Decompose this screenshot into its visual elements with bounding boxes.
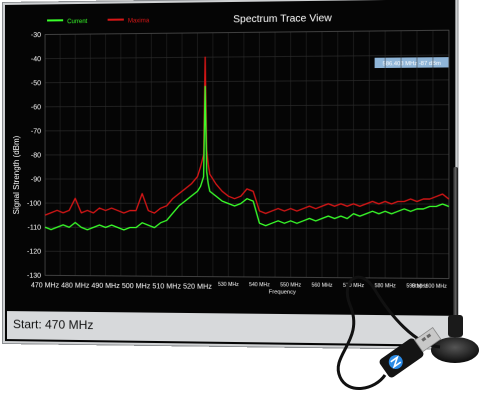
readout-text: 586.403 MHz -87 dBm — [383, 61, 442, 68]
y-tick-label: -30 — [31, 32, 41, 39]
x-tick-label: 550 MHz — [280, 282, 301, 288]
x-tick-label: 520 MHz — [183, 284, 212, 291]
y-tick-label: -80 — [31, 152, 41, 159]
y-tick-label: -90 — [31, 177, 41, 184]
x-tick-label: 510 MHz — [152, 283, 181, 290]
x-tick-label: 490 MHz — [91, 283, 120, 290]
legend-maxima-label: Maxima — [128, 18, 150, 24]
chart-title: Spectrum Trace View — [233, 13, 332, 25]
y-tick-label: -120 — [27, 249, 41, 256]
y-tick-label: -100 — [27, 201, 41, 208]
legend-current-label: Current — [67, 19, 88, 25]
start-frequency-label: Start: 470 MHz — [12, 317, 94, 333]
y-tick-label: -70 — [31, 128, 41, 135]
x-tick-label: 480 MHz — [61, 282, 90, 289]
antenna-collar — [448, 315, 463, 337]
x-tick-label: 500 MHz — [122, 283, 151, 290]
y-tick-label: -40 — [31, 56, 41, 63]
y-tick-label: -130 — [27, 273, 41, 280]
y-ticks: -30 -40 -50 -60 -70 -80 -90 -100 -110 -120 -130 — [27, 32, 41, 280]
x-axis-label: Frequency — [269, 289, 296, 295]
y-axis-label: Signal Strength (dBm) — [12, 135, 21, 214]
usb-sdr-dongle-with-antenna — [336, 167, 479, 391]
y-tick-label: -60 — [31, 104, 41, 111]
x-tick-label: 540 MHz — [249, 282, 270, 288]
antenna-whip — [453, 167, 458, 317]
x-tick-label: 470 MHz — [31, 282, 60, 289]
y-tick-label: -50 — [31, 80, 41, 87]
x-tick-label: 530 MHz — [218, 282, 239, 288]
y-tick-label: -110 — [28, 225, 42, 232]
